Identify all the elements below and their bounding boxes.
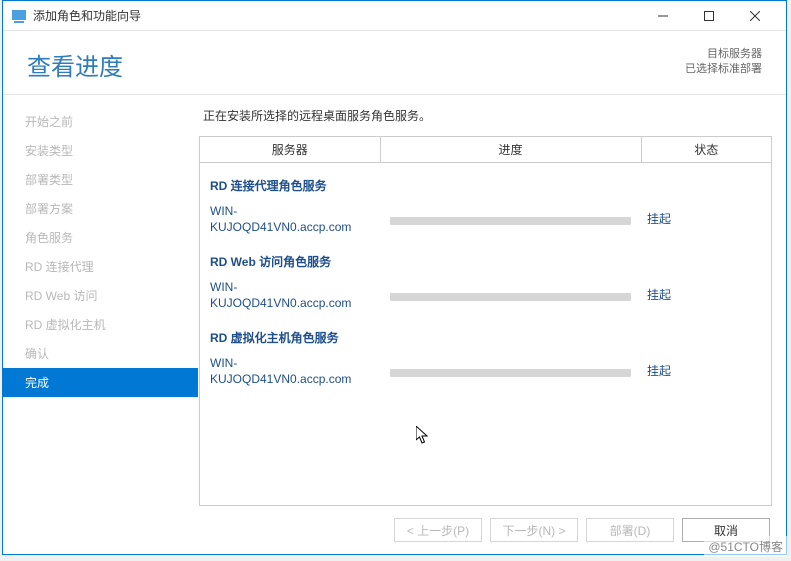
progress-table-wrap: 服务器 进度 状态 RD 连接代理角色服务WIN-KUJOQD41VN0.acc… xyxy=(199,136,772,506)
window-title: 添加角色和功能向导 xyxy=(33,7,640,24)
next-button[interactable]: 下一步(N) > xyxy=(490,518,578,542)
target-label: 目标服务器 xyxy=(685,47,762,62)
progress-bar xyxy=(390,217,631,225)
progress-cell xyxy=(380,198,641,239)
server-name: WIN-KUJOQD41VN0.accp.com xyxy=(200,198,380,239)
watermark: @51CTO博客 xyxy=(704,536,787,557)
target-info: 目标服务器 已选择标准部署 xyxy=(685,47,762,78)
col-status: 状态 xyxy=(641,137,771,163)
target-value: 已选择标准部署 xyxy=(685,62,762,77)
header: 查看进度 目标服务器 已选择标准部署 xyxy=(3,31,786,94)
minimize-button[interactable] xyxy=(640,2,686,30)
footer: < 上一步(P) 下一步(N) > 部署(D) 取消 xyxy=(3,506,786,554)
progress-bar xyxy=(390,369,631,377)
step-deploy-scheme: 部署方案 xyxy=(3,194,198,223)
titlebar: 添加角色和功能向导 xyxy=(3,1,786,31)
step-rd-virt: RD 虚拟化主机 xyxy=(3,310,198,339)
step-rd-web: RD Web 访问 xyxy=(3,281,198,310)
col-server: 服务器 xyxy=(200,137,380,163)
step-rd-broker: RD 连接代理 xyxy=(3,252,198,281)
role-name: RD 连接代理角色服务 xyxy=(200,163,771,199)
body: 开始之前 安装类型 部署类型 部署方案 角色服务 RD 连接代理 RD Web … xyxy=(3,94,786,506)
role-name: RD 虚拟化主机角色服务 xyxy=(200,315,771,350)
status-text: 挂起 xyxy=(641,198,771,239)
progress-table: 服务器 进度 状态 RD 连接代理角色服务WIN-KUJOQD41VN0.acc… xyxy=(200,137,771,392)
page-title: 查看进度 xyxy=(27,47,123,82)
step-install-type: 安装类型 xyxy=(3,136,198,165)
description: 正在安装所选择的远程桌面服务角色服务。 xyxy=(199,107,772,124)
role-name: RD Web 访问角色服务 xyxy=(200,239,771,274)
app-icon xyxy=(11,8,27,24)
status-text: 挂起 xyxy=(641,274,771,315)
server-name: WIN-KUJOQD41VN0.accp.com xyxy=(200,350,380,391)
server-name: WIN-KUJOQD41VN0.accp.com xyxy=(200,274,380,315)
step-begin: 开始之前 xyxy=(3,107,198,136)
window-controls xyxy=(640,2,778,30)
progress-bar xyxy=(390,293,631,301)
status-text: 挂起 xyxy=(641,350,771,391)
maximize-button[interactable] xyxy=(686,2,732,30)
close-button[interactable] xyxy=(732,2,778,30)
progress-cell xyxy=(380,274,641,315)
progress-cell xyxy=(380,350,641,391)
main: 正在安装所选择的远程桌面服务角色服务。 服务器 进度 状态 RD 连接代理角色服… xyxy=(198,95,786,506)
step-confirm: 确认 xyxy=(3,339,198,368)
step-role-service: 角色服务 xyxy=(3,223,198,252)
wizard-window: 添加角色和功能向导 查看进度 目标服务器 已选择标准部署 开始之前 安装类型 部… xyxy=(2,0,787,555)
deploy-button[interactable]: 部署(D) xyxy=(586,518,674,542)
col-progress: 进度 xyxy=(380,137,641,163)
step-deploy-type: 部署类型 xyxy=(3,165,198,194)
step-complete: 完成 xyxy=(3,368,198,397)
prev-button[interactable]: < 上一步(P) xyxy=(394,518,482,542)
sidebar: 开始之前 安装类型 部署类型 部署方案 角色服务 RD 连接代理 RD Web … xyxy=(3,95,198,506)
